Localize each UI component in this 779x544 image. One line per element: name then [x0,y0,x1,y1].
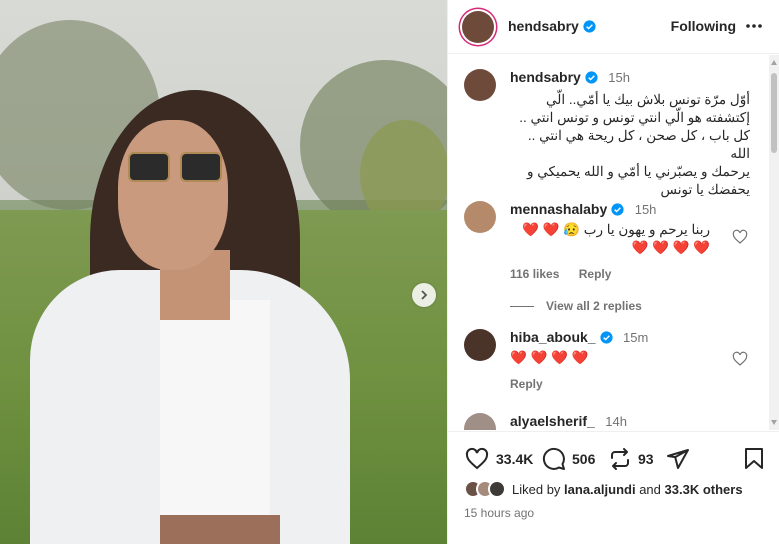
reply-button[interactable]: Reply [579,267,612,281]
caption-line: كل باب ، كل صحن ، كل ريحة هي انتي .. الل… [527,128,750,161]
verified-icon [585,71,598,84]
comment-row: mennashalaby 15h ربنا يرحم و يهون يا رب … [464,201,754,291]
comment-body: mennashalaby 15h ربنا يرحم و يهون يا رب … [510,201,754,281]
caption-text: أوّل مرّة تونس بلاش بيك يا أمّي.. الّي إ… [510,91,750,199]
post-actions: 33.4K 506 93 Liked by lana.aljundi and 3… [448,431,779,544]
caption-line: يحفضك يا تونس [660,182,750,197]
commenter-username[interactable]: hiba_abouk_ [510,329,596,345]
caption-time: 15h [608,70,630,85]
replies-divider [510,305,534,307]
more-horizontal-icon[interactable] [744,16,764,36]
comments-count: 506 [572,451,596,467]
verified-icon [583,19,596,33]
author-avatar[interactable] [462,10,494,43]
caption-line: إكتشفته هو الّي انتي تونس و تونس انتي .. [519,110,750,125]
comments-scrollbar[interactable] [769,55,779,430]
caption-line: يرحمك و يصبّرني يا أمّي و الله يحميكي و [526,164,750,179]
comment-body: hiba_abouk_ 15m ❤️ ❤️ ❤️ ❤️ Reply [510,329,754,391]
next-photo-button[interactable] [412,283,436,307]
liked-by-prefix: Liked by [512,481,561,497]
photo-bag-strap [160,515,280,544]
caption-line: أوّل مرّة تونس بلاش بيك يا أمّي.. الّي [545,92,750,107]
heart-icon[interactable] [732,351,748,367]
photo-tank-top [160,300,270,544]
like-button[interactable]: 33.4K [464,446,533,472]
caption-body: hendsabry 15h أوّل مرّة تونس بلاش بيك يا… [510,69,754,199]
liker-avatar[interactable] [488,480,506,498]
comment-body: alyaelsherif_ 14h [510,413,754,430]
liked-by-others[interactable]: 33.3K others [665,482,743,497]
save-button[interactable] [744,446,764,472]
caption-row: hendsabry 15h أوّل مرّة تونس بلاش بيك يا… [464,69,754,197]
view-replies-button[interactable]: View all 2 replies [510,299,642,313]
following-button[interactable]: Following [671,18,736,34]
post-header: hendsabry Following [448,0,779,54]
liked-by-and: and [639,481,661,497]
post-side-panel: hendsabry Following hendsabry 15h أوّل م… [447,0,779,544]
comment-row: alyaelsherif_ 14h [464,413,754,430]
comment-text: ❤️ ❤️ ❤️ ❤️ [510,350,589,365]
scroll-up-arrow[interactable] [771,60,777,65]
comment-icon [542,447,565,470]
bookmark-icon [745,448,763,469]
comment-button[interactable]: 506 [542,446,595,472]
share-button[interactable] [666,446,690,472]
scroll-thumb[interactable] [771,73,777,153]
post-timestamp[interactable]: 15 hours ago [464,506,534,520]
author-username[interactable]: hendsabry [508,18,579,34]
commenter-username[interactable]: alyaelsherif_ [510,413,595,429]
post-photo[interactable] [0,0,447,544]
verified-icon [611,203,624,216]
chevron-right-icon [421,290,428,300]
liked-by-user[interactable]: lana.aljundi [564,482,636,497]
comment-meta: 116 likes Reply [510,267,754,281]
comment-time: 15m [623,330,649,345]
scroll-down-arrow[interactable] [771,420,777,425]
reposts-count: 93 [638,451,654,467]
author-name-wrap: hendsabry [508,18,596,36]
comment-time: 14h [605,414,627,429]
commenter-username[interactable]: mennashalaby [510,201,607,217]
commenter-avatar[interactable] [464,329,496,361]
commenter-avatar[interactable] [464,201,496,233]
comment-meta: Reply [510,377,754,391]
comment-text: ربنا يرحم و يهون يا رب 😥 ❤️ ❤️ ❤️ ❤️ ❤️ … [522,222,710,255]
repost-icon [611,448,629,470]
heart-icon[interactable] [732,229,748,245]
share-icon [667,449,689,469]
reply-button[interactable]: Reply [510,377,543,391]
photo-sunglasses [128,152,228,182]
repost-button[interactable]: 93 [608,446,654,472]
comment-time: 15h [634,202,657,217]
view-replies-label: View all 2 replies [546,299,642,313]
caption-username[interactable]: hendsabry [510,69,581,85]
verified-icon [600,331,613,344]
likes-count: 33.4K [496,451,534,467]
liked-by: Liked by lana.aljundi and 33.3K others [464,480,743,498]
caption-avatar[interactable] [464,69,496,101]
photo-face [118,120,228,270]
comment-likes[interactable]: 116 likes [510,267,559,281]
heart-icon [465,447,489,470]
commenter-avatar[interactable] [464,413,496,430]
comment-row: hiba_abouk_ 15m ❤️ ❤️ ❤️ ❤️ Reply [464,329,754,399]
comments-list: hendsabry 15h أوّل مرّة تونس بلاش بيك يا… [448,55,770,430]
